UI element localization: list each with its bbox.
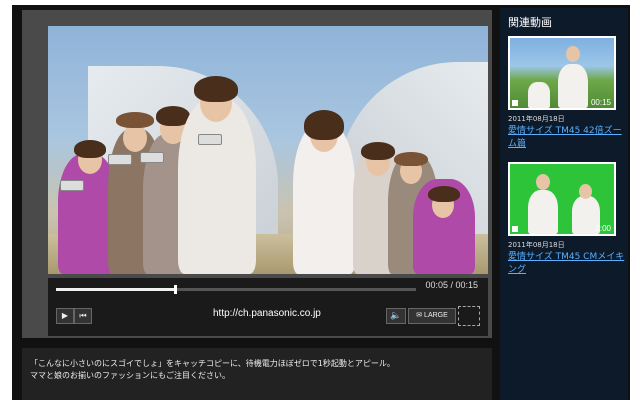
video-description: 「こんなに小さいのにスゴイでしょ」をキャッチコピーに、待機電力ほぼゼロで1秒起動…	[22, 348, 492, 400]
video-date: 2011年08月18日	[508, 241, 565, 249]
video-thumbnail[interactable]: 00:15	[508, 36, 616, 110]
seek-progress	[56, 288, 175, 291]
thumbnail-person-head	[579, 184, 592, 199]
person-head	[123, 124, 147, 152]
camcorder	[140, 152, 164, 163]
related-videos-sidebar: 関連動画 00:15 2011年08月18日 愛情サイズ TM45 42倍ズーム…	[500, 8, 628, 400]
skip-back-icon: ⏮	[79, 311, 87, 320]
envelope-icon: ✉	[416, 312, 423, 319]
person-hair	[74, 140, 106, 158]
person-hair	[394, 152, 428, 166]
video-duration: 2:00	[595, 224, 611, 233]
person-hair	[428, 186, 460, 202]
thumbnail-play-icon	[512, 226, 518, 232]
person-hair	[304, 110, 344, 140]
large-view-label: LARGE	[424, 312, 448, 319]
person-hair	[361, 142, 395, 160]
thumbnail-person	[558, 64, 588, 108]
video-title-link[interactable]: 愛情サイズ TM45 42倍ズーム篇	[508, 125, 626, 151]
video-duration: 00:15	[590, 98, 611, 107]
large-view-button[interactable]: ✉ LARGE	[408, 308, 456, 324]
fullscreen-button[interactable]	[458, 306, 480, 326]
time-display: 00:05 / 00:15	[425, 280, 478, 290]
seek-bar[interactable]	[56, 285, 416, 294]
restart-button[interactable]: ⏮	[74, 308, 92, 324]
video-title-link[interactable]: 愛情サイズ TM45 CMメイキング	[508, 251, 626, 277]
source-url: http://ch.panasonic.co.jp	[213, 308, 321, 319]
thumbnail-person	[528, 190, 558, 234]
camcorder	[60, 180, 84, 191]
person-hair	[116, 112, 154, 128]
speaker-icon: 🔈	[390, 311, 402, 321]
sidebar-heading: 関連動画	[508, 16, 552, 29]
person-hair	[194, 76, 238, 102]
player-controls: 00:05 / 00:15 ▶ ⏮ http://ch.panasonic.co…	[48, 278, 488, 336]
thumbnail-person-head	[536, 174, 550, 190]
person	[178, 99, 256, 274]
video-frame[interactable]	[48, 26, 488, 274]
video-thumbnail[interactable]: 2:00	[508, 162, 616, 236]
camcorder	[108, 154, 132, 165]
thumbnail-person-head	[566, 46, 580, 62]
thumbnail-person	[528, 82, 550, 108]
thumbnail-play-icon	[512, 100, 518, 106]
camcorder	[198, 134, 222, 145]
play-icon: ▶	[61, 311, 69, 320]
volume-button[interactable]: 🔈	[386, 308, 406, 324]
video-player: 00:05 / 00:15 ▶ ⏮ http://ch.panasonic.co…	[22, 10, 492, 338]
video-date: 2011年08月18日	[508, 115, 565, 123]
description-line: ママと娘のお揃いのファッションにもご注目ください。	[30, 371, 230, 380]
seek-thumb[interactable]	[173, 285, 177, 294]
play-button[interactable]: ▶	[56, 308, 74, 324]
description-line: 「こんなに小さいのにスゴイでしょ」をキャッチコピーに、待機電力ほぼゼロで1秒起動…	[30, 359, 395, 368]
